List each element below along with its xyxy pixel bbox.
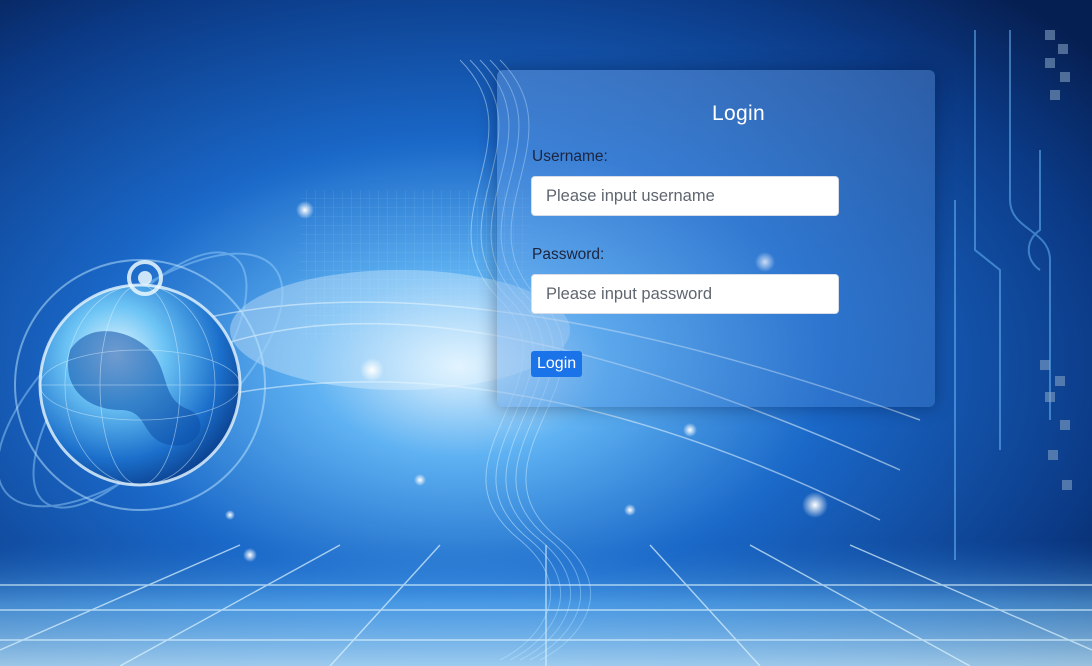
password-input[interactable] (531, 274, 839, 314)
password-label: Password: (532, 246, 605, 263)
username-label: Username: (532, 148, 608, 165)
username-input[interactable] (531, 176, 839, 216)
login-title: Login (712, 102, 765, 125)
login-button[interactable]: Login (531, 351, 583, 377)
login-panel: Login Username: Password: Login (497, 70, 935, 407)
